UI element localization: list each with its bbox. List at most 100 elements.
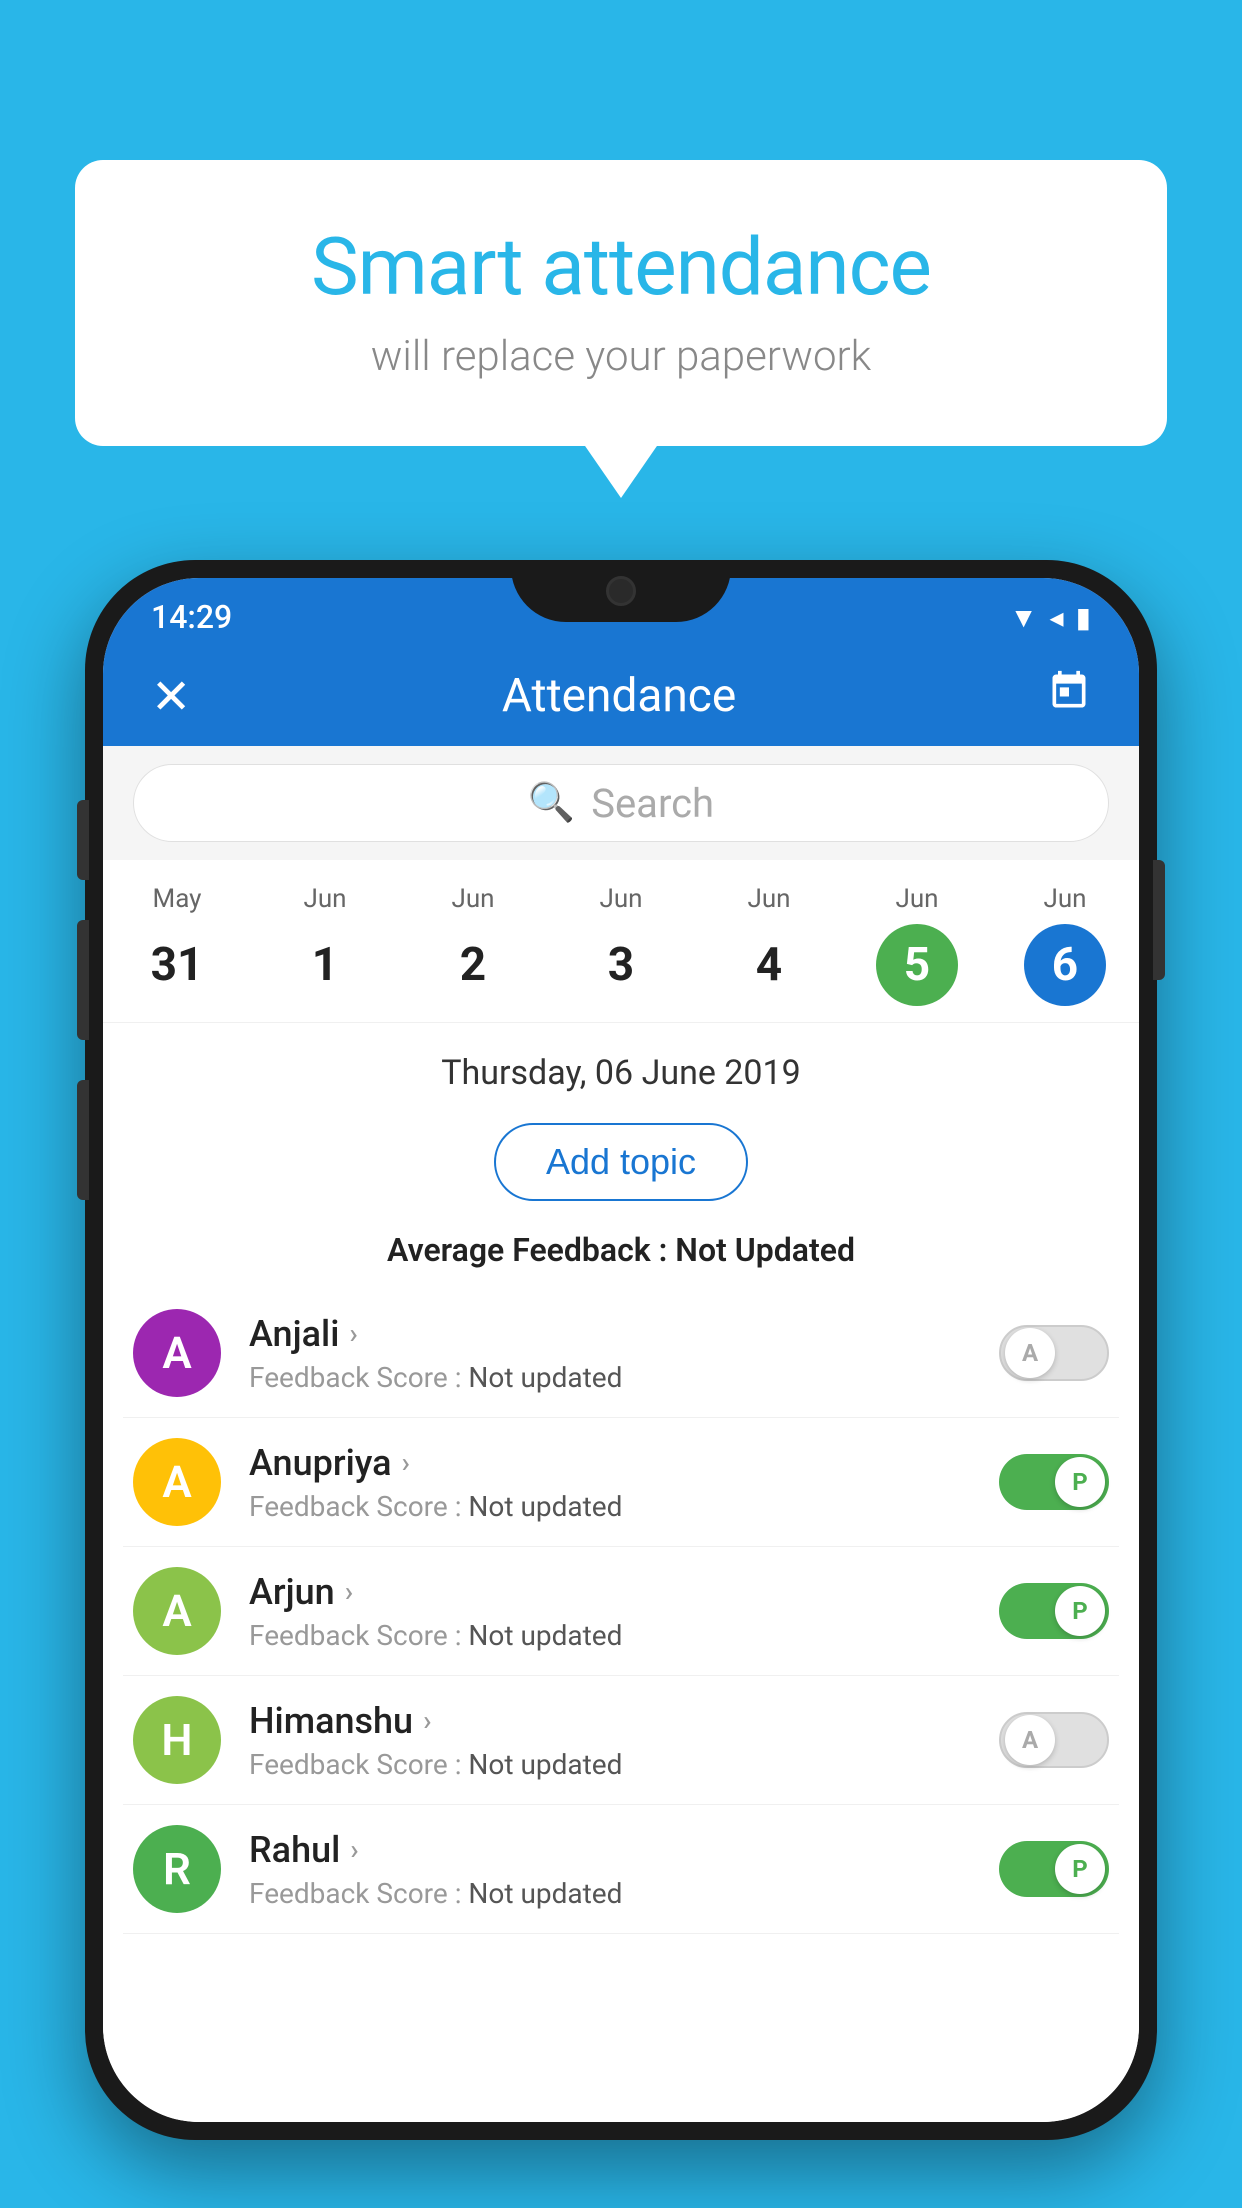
cal-month-1: Jun: [251, 884, 399, 914]
student-name-4: Rahul ›: [249, 1829, 989, 1871]
avg-feedback: Average Feedback : Not Updated: [103, 1211, 1139, 1289]
toggle-container-2[interactable]: P: [999, 1583, 1109, 1639]
phone-container: 14:29 ▼ ◂ ▮ ✕ Attendance: [85, 560, 1157, 2140]
student-info-2: Arjun › Feedback Score : Not updated: [249, 1571, 989, 1652]
volume-down-button: [77, 1080, 89, 1200]
selected-date: Thursday, 06 June 2019: [103, 1023, 1139, 1113]
calendar-day-0[interactable]: May 31: [103, 884, 251, 1006]
speech-bubble-subtitle: will replace your paperwork: [145, 332, 1097, 381]
content-area: Thursday, 06 June 2019 Add topic Average…: [103, 1023, 1139, 2122]
toggle-knob-2: P: [1055, 1586, 1105, 1636]
student-item-0[interactable]: A Anjali › Feedback Score : Not updated A: [123, 1289, 1119, 1418]
calendar-icon[interactable]: [1047, 669, 1091, 723]
speech-bubble-title: Smart attendance: [145, 220, 1097, 314]
search-icon: 🔍: [528, 781, 575, 825]
screen-inner: 14:29 ▼ ◂ ▮ ✕ Attendance: [103, 578, 1139, 2122]
signal-icon: ◂: [1050, 601, 1064, 634]
feedback-value-2: Not updated: [468, 1619, 622, 1652]
feedback-value-4: Not updated: [468, 1877, 622, 1910]
avatar-1: A: [133, 1438, 221, 1526]
phone-screen: 14:29 ▼ ◂ ▮ ✕ Attendance: [103, 578, 1139, 2122]
chevron-icon-0: ›: [349, 1317, 357, 1350]
student-list: AAnjali ›Feedback Score : Not updatedAAA…: [103, 1289, 1139, 1934]
cal-date-2: 2: [432, 924, 514, 1006]
status-time: 14:29: [151, 598, 232, 636]
header-title: Attendance: [502, 669, 736, 723]
chevron-icon-3: ›: [423, 1704, 431, 1737]
wifi-icon: ▼: [1010, 601, 1038, 634]
cal-month-3: Jun: [547, 884, 695, 914]
calendar-strip: May31Jun1Jun2Jun3Jun4Jun5Jun6: [103, 860, 1139, 1023]
status-icons: ▼ ◂ ▮: [1010, 601, 1091, 634]
battery-icon: ▮: [1076, 601, 1091, 634]
feedback-score-3: Feedback Score : Not updated: [249, 1748, 989, 1781]
chevron-icon-1: ›: [402, 1446, 410, 1479]
cal-date-3: 3: [580, 924, 662, 1006]
student-item-2[interactable]: AArjun ›Feedback Score : Not updatedP: [123, 1547, 1119, 1676]
toggle-4[interactable]: P: [999, 1841, 1109, 1897]
add-topic-button[interactable]: Add topic: [494, 1123, 748, 1201]
student-name-0: Anjali ›: [249, 1313, 989, 1355]
feedback-score-2: Feedback Score : Not updated: [249, 1619, 989, 1652]
toggle-container-3[interactable]: A: [999, 1712, 1109, 1768]
feedback-score-0: Feedback Score : Not updated: [249, 1361, 989, 1394]
cal-date-0: 31: [136, 924, 218, 1006]
toggle-container-0[interactable]: A: [999, 1325, 1109, 1381]
student-info-3: Himanshu › Feedback Score : Not updated: [249, 1700, 989, 1781]
search-bar-container: 🔍 Search: [103, 746, 1139, 860]
avatar-3: H: [133, 1696, 221, 1784]
app-header: ✕ Attendance: [103, 646, 1139, 746]
calendar-day-6[interactable]: Jun 6: [991, 884, 1139, 1006]
calendar-day-1[interactable]: Jun1: [251, 884, 399, 1006]
student-item-4[interactable]: R Rahul › Feedback Score : Not updated P: [123, 1805, 1119, 1934]
toggle-knob-4: P: [1055, 1844, 1105, 1894]
phone-frame: 14:29 ▼ ◂ ▮ ✕ Attendance: [85, 560, 1157, 2140]
close-button[interactable]: ✕: [151, 668, 191, 725]
toggle-0[interactable]: A: [999, 1325, 1109, 1381]
cal-month-6: Jun: [991, 884, 1139, 914]
cal-date-4: 4: [728, 924, 810, 1006]
toggle-knob-3: A: [1005, 1715, 1055, 1765]
cal-date-6: 6: [1024, 924, 1106, 1006]
calendar-day-3[interactable]: Jun 3: [547, 884, 695, 1006]
student-info-0: Anjali › Feedback Score : Not updated: [249, 1313, 989, 1394]
calendar-day-4[interactable]: Jun 4: [695, 884, 843, 1006]
toggle-container-1[interactable]: P: [999, 1454, 1109, 1510]
toggle-1[interactable]: P: [999, 1454, 1109, 1510]
student-info-4: Rahul › Feedback Score : Not updated: [249, 1829, 989, 1910]
avatar-0: A: [133, 1309, 221, 1397]
toggle-3[interactable]: A: [999, 1712, 1109, 1768]
volume-up-button: [77, 920, 89, 1040]
avg-feedback-value: Not Updated: [675, 1231, 855, 1269]
chevron-icon-2: ›: [345, 1575, 353, 1608]
cal-date-5: 5: [876, 924, 958, 1006]
speech-bubble: Smart attendance will replace your paper…: [75, 160, 1167, 446]
feedback-value-3: Not updated: [468, 1748, 622, 1781]
search-bar[interactable]: 🔍 Search: [133, 764, 1109, 842]
calendar-day-5[interactable]: Jun5: [843, 884, 991, 1006]
toggle-container-4[interactable]: P: [999, 1841, 1109, 1897]
student-item-1[interactable]: A Anupriya › Feedback Score : Not updated P: [123, 1418, 1119, 1547]
student-info-1: Anupriya › Feedback Score : Not updated: [249, 1442, 989, 1523]
mute-button: [77, 800, 89, 880]
cal-month-2: Jun: [399, 884, 547, 914]
speech-bubble-container: Smart attendance will replace your paper…: [75, 160, 1167, 446]
front-camera: [606, 576, 636, 606]
feedback-value-1: Not updated: [468, 1490, 622, 1523]
feedback-score-1: Feedback Score : Not updated: [249, 1490, 989, 1523]
feedback-score-4: Feedback Score : Not updated: [249, 1877, 989, 1910]
cal-month-4: Jun: [695, 884, 843, 914]
toggle-2[interactable]: P: [999, 1583, 1109, 1639]
student-name-1: Anupriya ›: [249, 1442, 989, 1484]
calendar-day-2[interactable]: Jun 2: [399, 884, 547, 1006]
avatar-4: R: [133, 1825, 221, 1913]
student-name-3: Himanshu ›: [249, 1700, 989, 1742]
student-name-2: Arjun ›: [249, 1571, 989, 1613]
cal-month-0: May: [103, 884, 251, 914]
student-item-3[interactable]: H Himanshu › Feedback Score : Not updated A: [123, 1676, 1119, 1805]
avg-feedback-label: Average Feedback :: [387, 1231, 667, 1269]
toggle-knob-0: A: [1005, 1328, 1055, 1378]
feedback-value-0: Not updated: [468, 1361, 622, 1394]
add-topic-container: Add topic: [103, 1113, 1139, 1211]
toggle-knob-1: P: [1055, 1457, 1105, 1507]
